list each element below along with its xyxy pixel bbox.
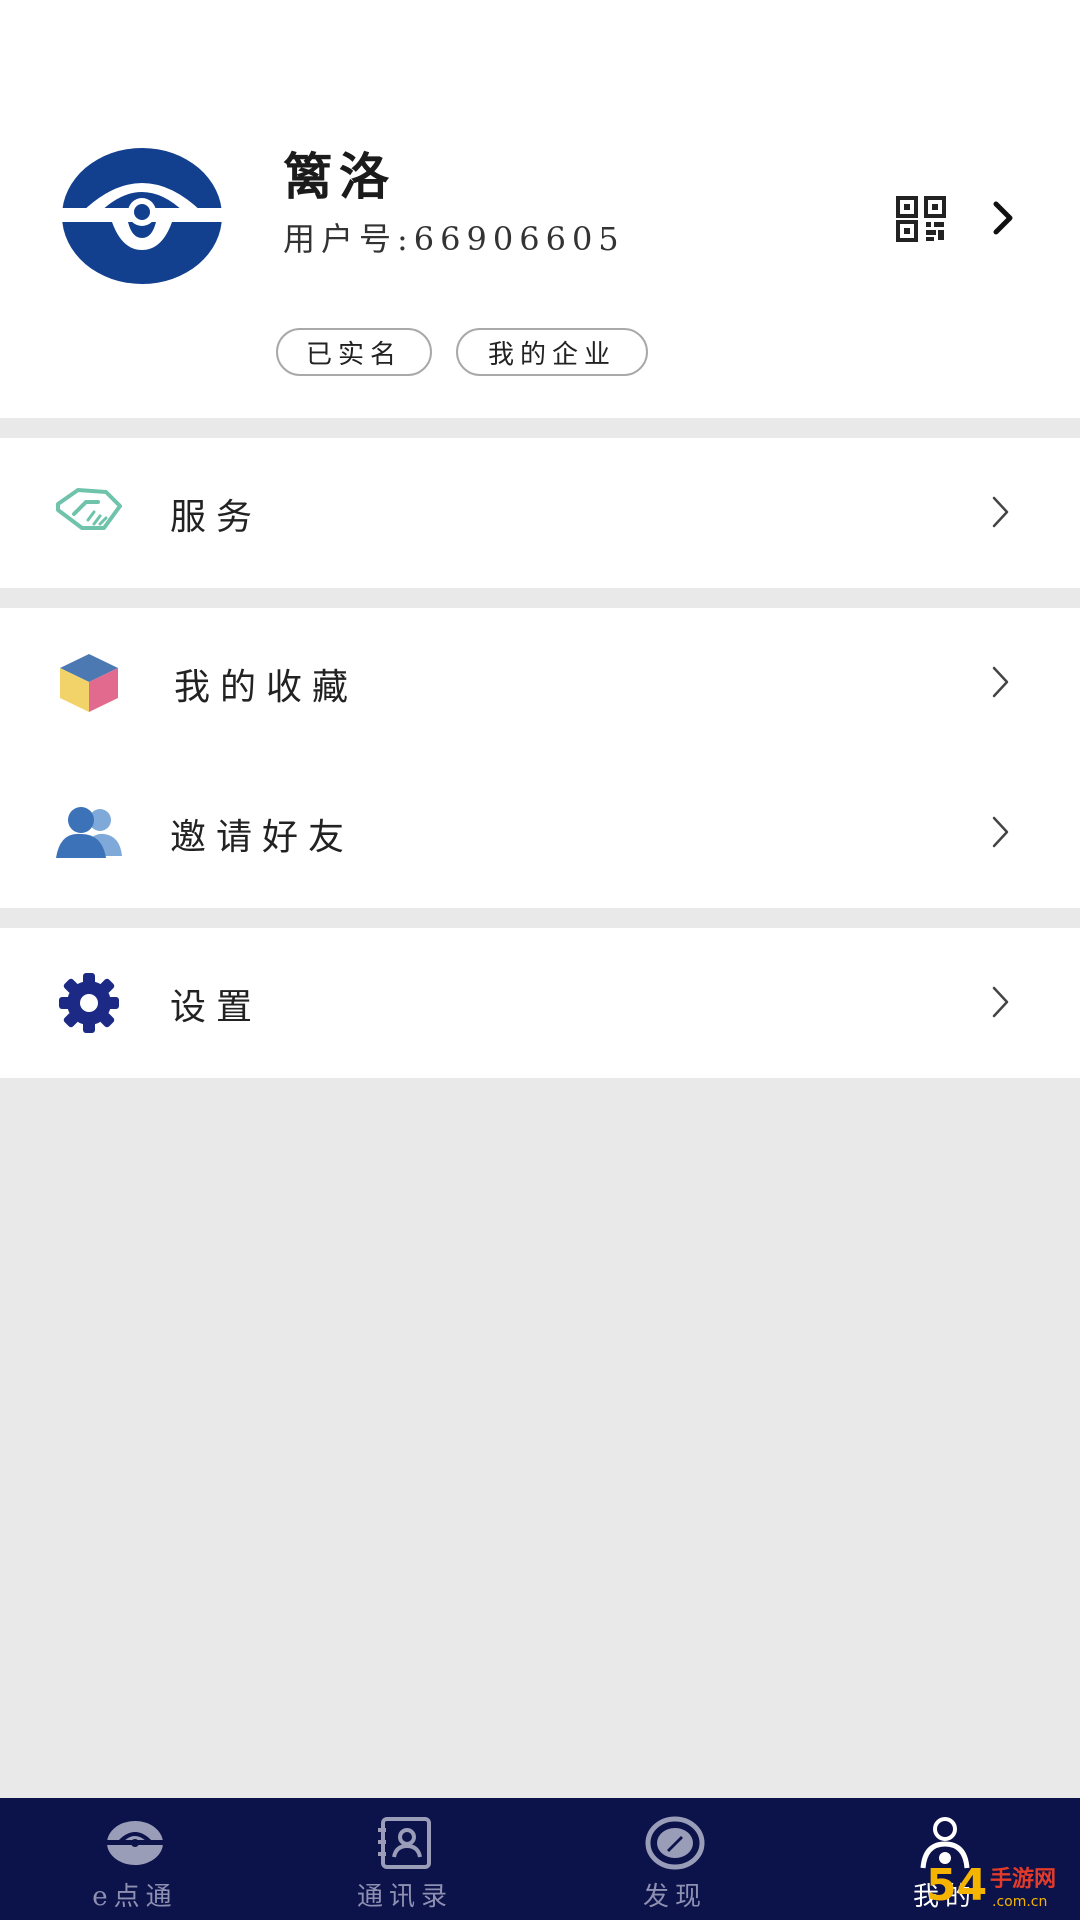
chevron-right-icon bbox=[992, 986, 1009, 1018]
menu-item-label: 邀请好友 bbox=[170, 817, 355, 858]
tab-contacts[interactable]: 通讯录 bbox=[270, 1798, 540, 1920]
watermark-logo: 54 手游网 .com.cn bbox=[926, 1860, 1056, 1911]
users-icon bbox=[56, 807, 122, 858]
verified-badge[interactable]: 已实名 bbox=[276, 328, 432, 376]
app-logo-icon bbox=[60, 148, 224, 284]
tab-discover[interactable]: 发现 bbox=[540, 1798, 810, 1920]
user-id: 用户号:66906605 bbox=[283, 220, 625, 258]
menu-item-services[interactable]: 服务 bbox=[0, 438, 1080, 588]
menu-item-label: 服务 bbox=[170, 497, 263, 538]
chevron-right-icon[interactable] bbox=[990, 198, 1016, 238]
handshake-icon bbox=[56, 488, 122, 530]
profile-header[interactable]: 篱洛 用户号:66906605 已实名 我的企业 bbox=[0, 0, 1080, 418]
tab-label: 发现 bbox=[642, 1882, 707, 1912]
chevron-right-icon bbox=[992, 816, 1009, 848]
watermark-brand: 54 bbox=[926, 1860, 987, 1911]
menu-item-label: 设置 bbox=[170, 987, 263, 1028]
chevron-right-icon bbox=[992, 666, 1009, 698]
watermark-text: 手游网 bbox=[990, 1866, 1056, 1892]
my-company-badge[interactable]: 我的企业 bbox=[456, 328, 648, 376]
contacts-book-icon bbox=[378, 1817, 431, 1869]
menu-item-label: 我的收藏 bbox=[174, 667, 359, 708]
menu-group-settings: 设置 bbox=[0, 928, 1080, 1078]
tab-label: 通讯录 bbox=[356, 1882, 453, 1912]
compass-icon bbox=[645, 1816, 705, 1870]
gear-icon bbox=[59, 973, 119, 1033]
app-logo-icon bbox=[107, 1821, 163, 1865]
menu-item-favorites[interactable]: 我的收藏 bbox=[0, 608, 1080, 758]
menu-group-services: 服务 bbox=[0, 438, 1080, 588]
bottom-tab-bar: e点通 通讯录 发现 我的 54 手游网 .com.cn bbox=[0, 1798, 1080, 1920]
menu-item-invite-friends[interactable]: 邀请好友 bbox=[0, 758, 1080, 908]
tab-home[interactable]: e点通 bbox=[0, 1798, 270, 1920]
tab-label: e点通 bbox=[92, 1882, 178, 1912]
qr-code-icon[interactable] bbox=[896, 196, 946, 242]
watermark-domain: .com.cn bbox=[992, 1894, 1047, 1910]
menu-item-settings[interactable]: 设置 bbox=[0, 928, 1080, 1078]
menu-group-personal: 我的收藏 邀请好友 bbox=[0, 608, 1080, 908]
cube-icon bbox=[60, 654, 118, 712]
user-name: 篱洛 bbox=[283, 147, 395, 206]
chevron-right-icon bbox=[992, 496, 1009, 528]
